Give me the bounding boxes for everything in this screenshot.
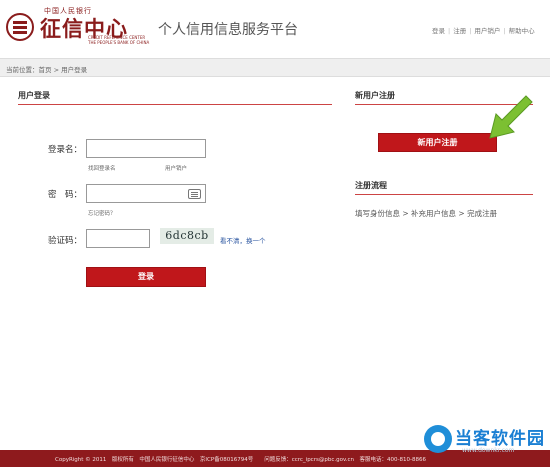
top-link-help[interactable]: 帮助中心	[509, 27, 535, 35]
flow-section-title: 注册流程	[355, 181, 387, 190]
site-title: 个人信用信息服务平台	[158, 22, 298, 38]
top-link-login[interactable]: 登录	[432, 27, 445, 35]
footer-text: CopyRight © 2011 版权所有 中国人民银行征信中心 京ICP备08…	[55, 457, 426, 463]
top-link-register[interactable]: 注册	[453, 27, 466, 35]
top-link-separator: |	[469, 27, 472, 35]
refresh-captcha-link[interactable]: 看不清，换一个	[220, 235, 266, 245]
logo-english-line-2: THE PEOPLE'S BANK OF CHINA	[88, 40, 150, 45]
top-links: 登录 | 注册 | 用户销户 | 帮助中心	[432, 25, 535, 35]
watermark: 当客软件园 www.downkr.com	[418, 422, 550, 467]
top-link-separator: |	[448, 27, 451, 35]
header: 中国人民银行 征信中心 CREDIT REFERENCE CENTER THE …	[0, 0, 550, 58]
captcha-label: 验证码：	[47, 236, 82, 246]
watermark-url: www.downkr.com	[462, 447, 515, 454]
captcha-input[interactable]	[86, 229, 150, 248]
forgot-password-link[interactable]: 忘记密码？	[88, 209, 116, 217]
login-button[interactable]: 登录	[86, 267, 206, 287]
flow-section-divider	[355, 194, 533, 195]
watermark-text: 当客软件园	[455, 429, 545, 449]
username-label: 登录名：	[47, 145, 82, 155]
pointing-arrow-icon	[489, 95, 533, 139]
breadcrumb: 当前位置：首页 > 用户登录	[6, 66, 88, 74]
watermark-logo-icon	[424, 425, 452, 453]
top-link-separator: |	[503, 27, 506, 35]
cancel-account-link[interactable]: 用户销户	[165, 164, 187, 172]
password-label: 密 码：	[47, 190, 82, 200]
password-input[interactable]	[86, 184, 206, 203]
registration-steps: 填写身份信息 > 补充用户信息 > 完成注册	[355, 209, 498, 218]
breadcrumb-bar: 当前位置：首页 > 用户登录	[0, 58, 550, 77]
register-section-title: 新用户注册	[355, 91, 395, 100]
find-login-name-link[interactable]: 找回登录名	[88, 164, 116, 172]
top-link-cancel-account[interactable]: 用户销户	[474, 27, 500, 35]
username-input[interactable]	[86, 139, 206, 158]
login-section-title: 用户登录	[18, 91, 50, 100]
credit-center-logo-icon	[6, 13, 34, 41]
page: 中国人民银行 征信中心 CREDIT REFERENCE CENTER THE …	[0, 0, 550, 467]
soft-keyboard-icon[interactable]	[188, 189, 201, 199]
captcha-image[interactable]: 6dc8cb	[160, 228, 214, 244]
login-section-divider	[18, 104, 332, 105]
new-user-register-button[interactable]: 新用户注册	[378, 133, 497, 152]
